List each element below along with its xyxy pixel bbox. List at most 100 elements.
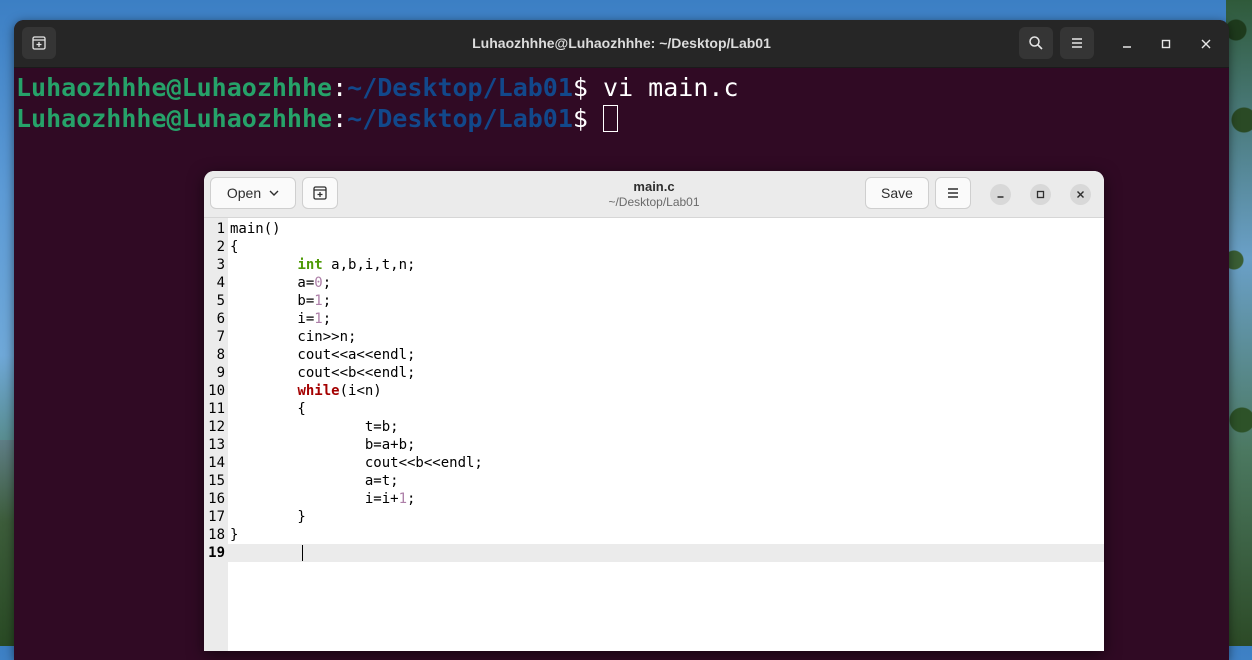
code-text: { <box>230 238 238 256</box>
code-text: int a,b,i,t,n; <box>230 256 415 274</box>
code-line[interactable]: 8 cout<<a<<endl; <box>204 346 1104 364</box>
code-token: { <box>230 239 239 255</box>
maximize-button[interactable] <box>1155 33 1177 55</box>
code-token: cout<<a<<endl; <box>230 347 416 363</box>
code-line[interactable]: 18} <box>204 526 1104 544</box>
code-token: ; <box>407 491 416 507</box>
code-line[interactable]: 15 a=t; <box>204 472 1104 490</box>
control-keyword: while <box>297 383 340 399</box>
code-text: cout<<b<<endl; <box>230 364 415 382</box>
code-line[interactable]: 3 int a,b,i,t,n; <box>204 256 1104 274</box>
code-line[interactable]: 1 main() <box>204 220 1104 238</box>
code-token: (i<n) <box>339 383 382 399</box>
code-line[interactable]: 19 <box>204 544 1104 562</box>
code-text: i=i+1; <box>230 490 416 508</box>
code-line[interactable]: 13 b=a+b; <box>204 436 1104 454</box>
code-token: b= <box>230 293 315 309</box>
line-number: 17 <box>208 509 225 525</box>
minimize-icon <box>997 196 1004 198</box>
search-icon <box>1029 36 1043 50</box>
code-text: cout<<b<<endl; <box>230 454 483 472</box>
maximize-icon <box>1161 39 1171 49</box>
code-text: cout<<a<<endl; <box>230 346 415 364</box>
code-token: t=b; <box>230 419 399 435</box>
code-line[interactable]: 9 cout<<b<<endl; <box>204 364 1104 382</box>
code-line[interactable]: 17 } <box>204 508 1104 526</box>
code-line[interactable]: 6 i=1; <box>204 310 1104 328</box>
code-token: a,b,i,t,n; <box>322 257 416 273</box>
line-number: 12 <box>208 419 225 435</box>
editor-body[interactable]: 1 main() 2{3 int a,b,i,t,n; 4 a=0; 5 b=1; 6 i… <box>204 218 1104 651</box>
desktop-wallpaper-right <box>1226 0 1252 646</box>
code-token: cin>>n; <box>230 329 357 345</box>
editor-headerbar[interactable]: Open main.c ~/Desktop/Lab01 Save <box>204 171 1104 218</box>
code-line[interactable]: 2{ <box>204 238 1104 256</box>
terminal-titlebar[interactable]: Luhaozhhhe@Luhaozhhhe: ~/Desktop/Lab01 <box>14 20 1229 68</box>
code-token: b=a+b; <box>230 437 416 453</box>
code-text: while(i<n) <box>230 382 382 400</box>
text-editor-window[interactable]: Open main.c ~/Desktop/Lab01 Save 1 main(… <box>204 171 1104 651</box>
save-button[interactable]: Save <box>865 177 929 209</box>
code-text: } <box>230 526 238 544</box>
code-text: i=1; <box>230 310 331 328</box>
line-number: 10 <box>208 383 225 399</box>
code-token: a=t; <box>230 473 399 489</box>
minimize-icon <box>1123 46 1131 48</box>
code-token: ; <box>322 293 332 309</box>
code-text: } <box>230 508 305 526</box>
code-line[interactable]: 7 cin>>n; <box>204 328 1104 346</box>
code-token: main() <box>230 221 281 237</box>
number-literal: 1 <box>398 491 408 507</box>
line-number: 16 <box>208 491 225 507</box>
code-text: a=t; <box>230 472 399 490</box>
code-line[interactable]: 10 while(i<n) <box>204 382 1104 400</box>
code-token: cout<<b<<endl; <box>230 365 416 381</box>
editor-menu-button[interactable] <box>935 177 971 209</box>
code-line[interactable]: 4 a=0; <box>204 274 1104 292</box>
prompt-symbol: $ <box>572 73 604 102</box>
code-line[interactable]: 16 i=i+1; <box>204 490 1104 508</box>
code-line[interactable]: 5 b=1; <box>204 292 1104 310</box>
code-text: main() <box>230 220 281 238</box>
close-icon <box>1201 39 1211 49</box>
line-number: 13 <box>208 437 225 453</box>
line-number: 8 <box>216 347 225 363</box>
terminal-menu-button[interactable] <box>1060 27 1094 59</box>
prompt-separator: : <box>332 73 348 102</box>
line-number: 6 <box>216 311 225 327</box>
code-token: ; <box>322 311 332 327</box>
type-keyword: int <box>297 257 323 273</box>
code-text: b=a+b; <box>230 436 416 454</box>
search-button[interactable] <box>1019 27 1053 59</box>
code-line[interactable]: 12 t=b; <box>204 418 1104 436</box>
prompt-path: ~/Desktop/Lab01 <box>347 104 573 133</box>
minimize-button[interactable] <box>1116 33 1138 55</box>
line-number: 4 <box>216 275 225 291</box>
code-text: a=0; <box>230 274 331 292</box>
line-number: 7 <box>216 329 225 345</box>
code-text: { <box>230 400 305 418</box>
number-literal: 0 <box>314 275 323 291</box>
terminal-line: Luhaozhhhe@Luhaozhhhe:~/Desktop/Lab01$ <box>16 103 1229 134</box>
code-line[interactable]: 14 cout<<b<<endl; <box>204 454 1104 472</box>
terminal-output[interactable]: Luhaozhhhe@Luhaozhhhe:~/Desktop/Lab01$ v… <box>14 68 1229 134</box>
editor-minimize-button[interactable] <box>990 184 1011 205</box>
code-token: ; <box>322 275 332 291</box>
terminal-command: vi main.c <box>603 73 739 102</box>
code-token: a= <box>230 275 315 291</box>
editor-close-button[interactable] <box>1070 184 1091 205</box>
prompt-path: ~/Desktop/Lab01 <box>347 73 573 102</box>
code-text: cin>>n; <box>230 328 356 346</box>
line-number: 18 <box>208 527 225 543</box>
code-text-area[interactable]: 1 main() 2{3 int a,b,i,t,n; 4 a=0; 5 b=1; 6 i… <box>204 220 1104 562</box>
close-button[interactable] <box>1195 33 1217 55</box>
line-number: 15 <box>208 473 225 489</box>
code-text: t=b; <box>230 418 399 436</box>
number-literal: 1 <box>314 311 323 327</box>
code-token: i= <box>230 311 315 327</box>
code-line[interactable]: 11 { <box>204 400 1104 418</box>
code-text: b=1; <box>230 292 331 310</box>
editor-maximize-button[interactable] <box>1030 184 1051 205</box>
